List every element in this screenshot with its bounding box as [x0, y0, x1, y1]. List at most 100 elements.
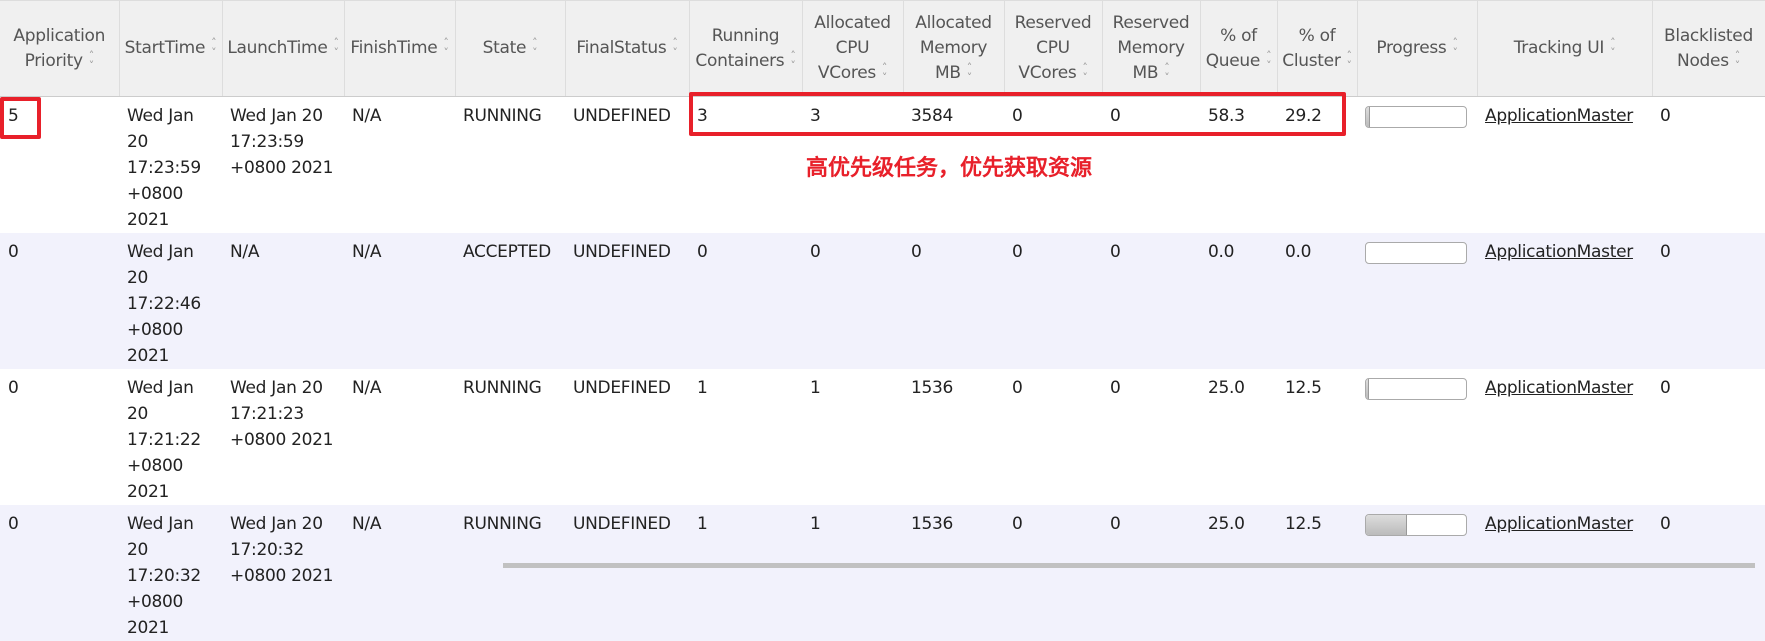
cell-rmem: 0	[1102, 505, 1200, 641]
sort-icon[interactable]: ˄ ˅	[89, 50, 95, 71]
cell-tracking: ApplicationMaster	[1477, 369, 1652, 505]
cell-containers: 0	[689, 233, 802, 369]
column-label: % of Queue	[1205, 25, 1261, 71]
sort-icon[interactable]: ˄ ˅	[1610, 37, 1616, 58]
cell-priority: 0	[0, 505, 119, 641]
sort-icon[interactable]: ˄ ˅	[882, 62, 888, 83]
cell-mem: 1536	[911, 378, 954, 398]
cell-progress	[1357, 505, 1477, 641]
progress-fill	[1366, 107, 1370, 127]
cell-start: Wed Jan 20 17:23:59 +0800 2021	[127, 106, 201, 230]
tracking-ui-link[interactable]: ApplicationMaster	[1485, 242, 1633, 262]
column-header--of-cluster[interactable]: % of Cluster ˄ ˅	[1277, 0, 1358, 97]
tracking-ui-link[interactable]: ApplicationMaster	[1485, 106, 1633, 126]
column-header-running-containers[interactable]: Running Containers ˄ ˅	[689, 0, 803, 97]
tracking-ui-link[interactable]: ApplicationMaster	[1485, 514, 1633, 534]
cell-launch: Wed Jan 20 17:21:23 +0800 2021	[230, 378, 334, 450]
column-label: FinalStatus	[576, 38, 667, 58]
tracking-ui-link[interactable]: ApplicationMaster	[1485, 378, 1633, 398]
column-header-progress[interactable]: Progress ˄ ˅	[1357, 0, 1478, 97]
cell-finish: N/A	[352, 378, 382, 398]
progress-fill	[1366, 515, 1407, 535]
column-label: Tracking UI	[1513, 38, 1605, 58]
cell-rmem: 0	[1102, 233, 1200, 369]
column-header-launchtime[interactable]: LaunchTime ˄ ˅	[222, 0, 345, 97]
column-label: State	[482, 38, 527, 58]
cell-rcpu: 0	[1004, 505, 1102, 641]
cell-launch: Wed Jan 20 17:20:32 +0800 2021	[222, 505, 344, 641]
sort-icon[interactable]: ˄ ˅	[967, 62, 973, 83]
column-label: LaunchTime	[227, 38, 328, 58]
sort-icon[interactable]: ˄ ˅	[1164, 62, 1170, 83]
column-label: FinishTime	[350, 38, 438, 58]
column-header-state[interactable]: State ˄ ˅	[455, 0, 566, 97]
column-header-tracking-ui[interactable]: Tracking UI ˄ ˅	[1477, 0, 1653, 97]
table-row[interactable]: 0 Wed Jan 20 17:21:22 +0800 2021 Wed Jan 2…	[0, 369, 1765, 505]
cell-finish: N/A	[352, 106, 382, 126]
cell-rcpu: 0	[1012, 378, 1023, 398]
cell-tracking: ApplicationMaster	[1477, 97, 1652, 234]
cell-blacklisted: 0	[1652, 505, 1765, 641]
sort-icon[interactable]: ˄ ˅	[443, 37, 449, 58]
sort-icon[interactable]: ˄ ˅	[672, 37, 678, 58]
cell-cpu: 1	[802, 505, 903, 641]
cell-priority: 0	[0, 233, 119, 369]
sort-icon[interactable]: ˄ ˅	[1082, 62, 1088, 83]
cell-progress	[1357, 97, 1477, 234]
column-label: Running Containers	[695, 25, 785, 71]
column-label: Reserved Memory MB	[1112, 13, 1190, 83]
table-row[interactable]: 0 Wed Jan 20 17:22:46 +0800 2021 N/A N/A ACC…	[0, 233, 1765, 369]
column-header-starttime[interactable]: StartTime ˄ ˅	[119, 0, 223, 97]
sort-icon[interactable]: ˄ ˅	[532, 37, 538, 58]
column-header-allocated-memory-mb[interactable]: Allocated Memory MB ˄ ˅	[903, 0, 1005, 97]
column-header-blacklisted-nodes[interactable]: Blacklisted Nodes ˄ ˅	[1652, 0, 1765, 97]
progress-bar	[1365, 106, 1467, 128]
cell-rmem: 0	[1110, 378, 1121, 398]
sort-icon[interactable]: ˄ ˅	[1452, 37, 1458, 58]
horizontal-scrollbar[interactable]	[503, 563, 1755, 568]
column-label: Reserved CPU VCores	[1014, 13, 1092, 83]
cell-blacklisted: 0	[1660, 378, 1671, 398]
cell-cpu: 1	[810, 378, 821, 398]
column-label: % of Cluster	[1282, 25, 1341, 71]
cell-final: UNDEFINED	[573, 106, 671, 126]
sort-icon[interactable]: ˄ ˅	[790, 50, 796, 71]
cell-queue: 25.0	[1200, 505, 1277, 641]
cell-cluster: 0.0	[1277, 233, 1357, 369]
cell-priority: 0	[8, 378, 19, 398]
column-header-finishtime[interactable]: FinishTime ˄ ˅	[344, 0, 456, 97]
progress-bar	[1365, 514, 1467, 536]
sort-icon[interactable]: ˄ ˅	[1735, 50, 1741, 71]
sort-icon[interactable]: ˄ ˅	[1347, 50, 1353, 71]
cell-final: UNDEFINED	[573, 378, 671, 398]
cell-state: RUNNING	[463, 106, 542, 126]
column-label: Allocated Memory MB	[915, 13, 992, 83]
cell-cpu: 0	[802, 233, 903, 369]
column-header-finalstatus[interactable]: FinalStatus ˄ ˅	[565, 0, 690, 97]
cell-containers: 1	[689, 505, 802, 641]
priority-highlight-box	[0, 97, 41, 139]
sort-icon[interactable]: ˄ ˅	[211, 37, 217, 58]
cell-finish: N/A	[344, 233, 455, 369]
column-header-allocated-cpu-vcores[interactable]: Allocated CPU VCores ˄ ˅	[802, 0, 904, 97]
cell-queue: 0.0	[1200, 233, 1277, 369]
cell-cluster: 12.5	[1285, 378, 1322, 398]
cell-state: RUNNING	[455, 505, 565, 641]
column-header--of-queue[interactable]: % of Queue ˄ ˅	[1200, 0, 1278, 97]
cell-blacklisted: 0	[1652, 233, 1765, 369]
sort-icon[interactable]: ˄ ˅	[1266, 50, 1272, 71]
column-header-reserved-memory-mb[interactable]: Reserved Memory MB ˄ ˅	[1102, 0, 1201, 97]
cell-rcpu: 0	[1004, 233, 1102, 369]
table-row[interactable]: 0 Wed Jan 20 17:20:32 +0800 2021 Wed Jan 2…	[0, 505, 1765, 641]
resources-highlight-box	[689, 92, 1346, 136]
cell-mem: 0	[903, 233, 1004, 369]
column-header-reserved-cpu-vcores[interactable]: Reserved CPU VCores ˄ ˅	[1004, 0, 1103, 97]
cell-cluster: 12.5	[1277, 505, 1357, 641]
cell-containers: 1	[697, 378, 708, 398]
column-header-application-priority[interactable]: Application Priority ˄ ˅	[0, 0, 120, 97]
cell-tracking: ApplicationMaster	[1477, 505, 1652, 641]
sort-icon[interactable]: ˄ ˅	[333, 37, 339, 58]
cell-launch: N/A	[222, 233, 344, 369]
column-label: StartTime	[124, 38, 206, 58]
cell-blacklisted: 0	[1660, 106, 1671, 126]
